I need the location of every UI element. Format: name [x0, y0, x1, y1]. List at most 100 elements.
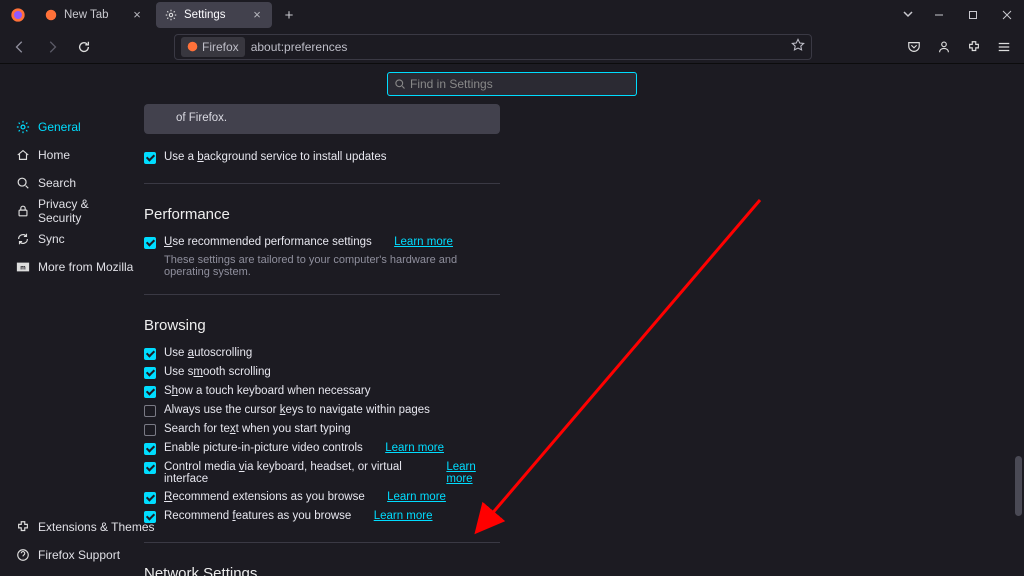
checkbox-label: Use a background service to install upda…	[164, 151, 386, 163]
browsing-heading: Browsing	[144, 317, 500, 334]
svg-text:m: m	[20, 265, 26, 272]
checkbox-icon[interactable]	[144, 152, 156, 164]
sidebar-item-search[interactable]: Search	[10, 170, 140, 196]
search-placeholder: Find in Settings	[410, 77, 493, 91]
browsing-row[interactable]: Search for text when you start typing	[144, 420, 500, 439]
browsing-row[interactable]: Recommend features as you browse Learn m…	[144, 507, 500, 526]
learn-more-link[interactable]: Learn more	[385, 442, 444, 454]
gear-icon	[16, 120, 30, 134]
firefox-favicon-icon	[187, 41, 198, 52]
minimize-button[interactable]	[922, 0, 956, 30]
divider	[144, 183, 500, 184]
update-info-strip: of Firefox.	[144, 104, 500, 134]
tabs-dropdown-button[interactable]	[902, 8, 914, 23]
identity-box[interactable]: Firefox	[181, 37, 245, 57]
divider	[144, 294, 500, 295]
home-icon	[16, 148, 30, 162]
sidebar-item-label: Privacy & Security	[38, 197, 134, 225]
search-icon	[394, 78, 406, 90]
checkbox-label: Show a touch keyboard when necessary	[164, 385, 371, 397]
checkbox-icon[interactable]	[144, 443, 156, 455]
perf-recommended-row[interactable]: Use recommended performance settings Lea…	[144, 233, 500, 252]
sidebar-item-extensions[interactable]: Extensions & Themes	[10, 514, 161, 540]
lock-icon	[16, 204, 30, 218]
url-text: about:preferences	[251, 40, 348, 54]
checkbox-icon[interactable]	[144, 405, 156, 417]
checkbox-label: Recommend extensions as you browse	[164, 491, 365, 503]
back-button[interactable]	[6, 33, 34, 61]
tab-title: Settings	[184, 9, 244, 21]
checkbox-icon[interactable]	[144, 424, 156, 436]
checkbox-icon[interactable]	[144, 492, 156, 504]
sidebar-item-label: More from Mozilla	[38, 260, 133, 274]
settings-main: of Firefox. Use a background service to …	[140, 64, 1024, 576]
account-button[interactable]	[930, 33, 958, 61]
browsing-row[interactable]: Use smooth scrolling	[144, 363, 500, 382]
bg-service-checkbox-row[interactable]: Use a background service to install upda…	[144, 148, 500, 167]
checkbox-label: Always use the cursor keys to navigate w…	[164, 404, 430, 416]
browsing-row[interactable]: Enable picture-in-picture video controls…	[144, 439, 500, 458]
learn-more-link[interactable]: Learn more	[387, 491, 446, 503]
puzzle-icon	[16, 520, 30, 534]
maximize-button[interactable]	[956, 0, 990, 30]
sidebar-item-label: Firefox Support	[38, 548, 120, 562]
forward-button[interactable]	[38, 33, 66, 61]
sidebar-item-label: Extensions & Themes	[38, 520, 155, 534]
performance-heading: Performance	[144, 206, 500, 223]
save-to-pocket-button[interactable]	[900, 33, 928, 61]
close-icon[interactable]: ×	[130, 8, 144, 22]
help-icon	[16, 548, 30, 562]
close-icon[interactable]: ×	[250, 8, 264, 22]
titlebar: New Tab × Settings × +	[0, 0, 1024, 30]
browsing-row[interactable]: Show a touch keyboard when necessary	[144, 382, 500, 401]
close-window-button[interactable]	[990, 0, 1024, 30]
sidebar-item-general[interactable]: General	[10, 114, 140, 140]
browsing-row[interactable]: Use autoscrolling	[144, 344, 500, 363]
checkbox-icon[interactable]	[144, 367, 156, 379]
bookmark-star-icon[interactable]	[791, 38, 805, 55]
tab-settings[interactable]: Settings ×	[156, 2, 272, 28]
network-heading: Network Settings	[144, 565, 500, 576]
browsing-row[interactable]: Recommend extensions as you browse Learn…	[144, 488, 500, 507]
checkbox-icon[interactable]	[144, 237, 156, 249]
browsing-row[interactable]: Always use the cursor keys to navigate w…	[144, 401, 500, 420]
gear-icon	[164, 8, 178, 22]
checkbox-label: Enable picture-in-picture video controls	[164, 442, 363, 454]
mozilla-icon: m	[16, 260, 30, 274]
checkbox-icon[interactable]	[144, 348, 156, 360]
checkbox-icon[interactable]	[144, 462, 156, 474]
learn-more-link[interactable]: Learn more	[446, 461, 500, 485]
sync-icon	[16, 232, 30, 246]
sidebar-item-sync[interactable]: Sync	[10, 226, 140, 252]
browsing-row[interactable]: Control media via keyboard, headset, or …	[144, 458, 500, 488]
sidebar-item-label: Sync	[38, 232, 65, 246]
navbar: Firefox about:preferences	[0, 30, 1024, 64]
info-strip-text: of Firefox.	[176, 112, 227, 124]
sidebar-item-support[interactable]: Firefox Support	[10, 542, 161, 568]
tab-new-tab[interactable]: New Tab ×	[36, 2, 152, 28]
scrollbar-thumb[interactable]	[1015, 456, 1022, 516]
learn-more-link[interactable]: Learn more	[394, 236, 453, 248]
checkbox-label: Recommend features as you browse	[164, 510, 351, 522]
app-menu-button[interactable]	[990, 33, 1018, 61]
sidebar-item-label: Search	[38, 176, 76, 190]
checkbox-label: Use recommended performance settings	[164, 236, 372, 248]
firefox-logo-icon	[6, 3, 30, 27]
sidebar-item-privacy[interactable]: Privacy & Security	[10, 198, 140, 224]
checkbox-icon[interactable]	[144, 386, 156, 398]
sidebar-item-more-mozilla[interactable]: m More from Mozilla	[10, 254, 140, 280]
search-icon	[16, 176, 30, 190]
checkbox-label: Control media via keyboard, headset, or …	[164, 461, 424, 485]
new-tab-button[interactable]: +	[276, 2, 302, 28]
divider	[144, 542, 500, 543]
url-bar[interactable]: Firefox about:preferences	[174, 34, 812, 60]
perf-note: These settings are tailored to your comp…	[144, 254, 500, 278]
content-area: Find in Settings General Home Search Pri…	[0, 64, 1024, 576]
identity-label: Firefox	[202, 40, 239, 54]
sidebar-item-home[interactable]: Home	[10, 142, 140, 168]
learn-more-link[interactable]: Learn more	[374, 510, 433, 522]
extensions-button[interactable]	[960, 33, 988, 61]
settings-search-input[interactable]: Find in Settings	[387, 72, 637, 96]
reload-button[interactable]	[70, 33, 98, 61]
checkbox-icon[interactable]	[144, 511, 156, 523]
